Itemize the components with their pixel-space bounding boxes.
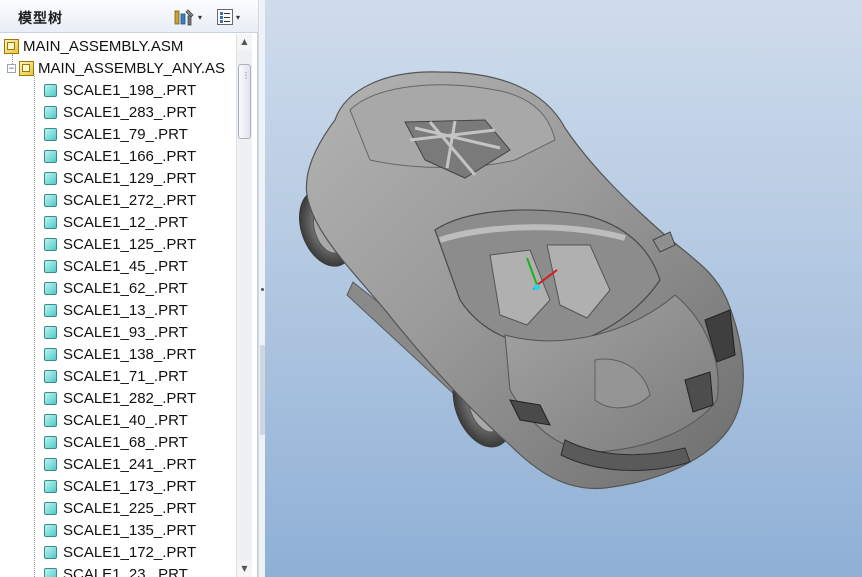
tree-part-item[interactable]: SCALE1_129_.PRT: [44, 167, 196, 189]
tree-part-label: SCALE1_282_.PRT: [63, 389, 197, 407]
tree-part-item[interactable]: SCALE1_272_.PRT: [44, 189, 196, 211]
tree-root-item[interactable]: MAIN_ASSEMBLY.ASM: [4, 35, 183, 57]
model-tree-panel: 模型树 ▾ ▾ MAIN_ASSEMBLY.ASM − MAIN_ASSEMBL…: [0, 0, 258, 577]
panel-splitter[interactable]: [258, 0, 265, 577]
scroll-grip-icon: ⋮: [242, 71, 250, 80]
tree-part-item[interactable]: SCALE1_62_.PRT: [44, 277, 188, 299]
tree-part-label: SCALE1_225_.PRT: [63, 499, 197, 517]
part-icon: [44, 479, 57, 493]
part-icon: [44, 391, 57, 405]
tree-settings-icon: [174, 9, 194, 26]
tree-part-label: SCALE1_13_.PRT: [63, 301, 188, 319]
tree-part-item[interactable]: SCALE1_93_.PRT: [44, 321, 188, 343]
tree-part-item[interactable]: SCALE1_135_.PRT: [44, 519, 196, 541]
scroll-down-button[interactable]: ▼: [237, 561, 252, 577]
settings-caret-icon: ▾: [198, 12, 203, 22]
part-icon: [44, 215, 57, 229]
part-icon: [44, 193, 57, 207]
graphics-window[interactable]: [265, 0, 862, 577]
tree-part-item[interactable]: SCALE1_241_.PRT: [44, 453, 196, 475]
tree-show-icon: [217, 9, 233, 25]
tree-part-label: SCALE1_166_.PRT: [63, 147, 197, 165]
tree-part-item[interactable]: SCALE1_12_.PRT: [44, 211, 188, 233]
tree-part-item[interactable]: SCALE1_79_.PRT: [44, 123, 188, 145]
part-icon: [44, 369, 57, 383]
tree-part-label: SCALE1_172_.PRT: [63, 543, 197, 561]
tree-part-label: SCALE1_79_.PRT: [63, 125, 188, 143]
scroll-up-button[interactable]: ▲: [237, 34, 252, 50]
tree-part-item[interactable]: SCALE1_68_.PRT: [44, 431, 188, 453]
tree-part-item[interactable]: SCALE1_172_.PRT: [44, 541, 196, 563]
tree-part-item[interactable]: SCALE1_125_.PRT: [44, 233, 196, 255]
tree-part-item[interactable]: SCALE1_166_.PRT: [44, 145, 196, 167]
tree-subassembly-item[interactable]: − MAIN_ASSEMBLY_ANY.AS: [7, 57, 225, 79]
part-icon: [44, 501, 57, 515]
collapse-icon[interactable]: −: [7, 63, 16, 73]
panel-header: 模型树 ▾ ▾: [0, 0, 258, 33]
tree-part-label: SCALE1_138_.PRT: [63, 345, 197, 363]
part-icon: [44, 325, 57, 339]
tree-settings-button[interactable]: ▾: [174, 7, 202, 27]
part-icon: [44, 303, 57, 317]
tree-root-label: MAIN_ASSEMBLY.ASM: [23, 37, 184, 55]
tree-part-item[interactable]: SCALE1_282_.PRT: [44, 387, 196, 409]
part-icon: [44, 435, 57, 449]
part-icon: [44, 171, 57, 185]
tree-part-label: SCALE1_12_.PRT: [63, 213, 188, 231]
tree-part-item[interactable]: SCALE1_138_.PRT: [44, 343, 196, 365]
tree-part-label: SCALE1_68_.PRT: [63, 433, 188, 451]
tree-part-label: SCALE1_135_.PRT: [63, 521, 197, 539]
tree-part-item[interactable]: SCALE1_40_.PRT: [44, 409, 188, 431]
part-icon: [44, 237, 57, 251]
model-tree: MAIN_ASSEMBLY.ASM − MAIN_ASSEMBLY_ANY.AS…: [0, 34, 236, 577]
tree-part-label: SCALE1_125_.PRT: [63, 235, 197, 253]
tree-part-label: SCALE1_45_.PRT: [63, 257, 188, 275]
tree-part-label: SCALE1_198_.PRT: [63, 81, 197, 99]
part-icon: [44, 259, 57, 273]
tree-connector: [34, 76, 35, 577]
car-model-icon[interactable]: [265, 0, 862, 577]
tree-part-item[interactable]: SCALE1_23_.PRT: [44, 563, 188, 577]
tree-part-label: SCALE1_129_.PRT: [63, 169, 197, 187]
part-icon: [44, 83, 57, 97]
tree-part-label: SCALE1_173_.PRT: [63, 477, 197, 495]
show-caret-icon: ▾: [236, 12, 241, 22]
tree-part-label: SCALE1_40_.PRT: [63, 411, 188, 429]
part-icon: [44, 127, 57, 141]
tree-part-item[interactable]: SCALE1_71_.PRT: [44, 365, 188, 387]
tree-part-item[interactable]: SCALE1_173_.PRT: [44, 475, 196, 497]
tree-subassembly-label: MAIN_ASSEMBLY_ANY.AS: [38, 59, 226, 77]
tree-part-label: SCALE1_93_.PRT: [63, 323, 188, 341]
tree-part-item[interactable]: SCALE1_13_.PRT: [44, 299, 188, 321]
part-icon: [44, 413, 57, 427]
assembly-icon: [4, 38, 19, 54]
tree-scrollbar[interactable]: ▲ ⋮ ▼: [236, 34, 252, 577]
splitter-grip-icon: [261, 288, 264, 291]
part-icon: [44, 523, 57, 537]
part-icon: [44, 457, 57, 471]
part-icon: [44, 149, 57, 163]
tree-part-item[interactable]: SCALE1_45_.PRT: [44, 255, 188, 277]
part-icon: [44, 105, 57, 119]
part-icon: [44, 347, 57, 361]
part-icon: [44, 545, 57, 559]
tree-show-button[interactable]: ▾: [216, 7, 240, 27]
panel-title: 模型树: [18, 11, 63, 27]
part-icon: [44, 281, 57, 295]
tree-part-label: SCALE1_62_.PRT: [63, 279, 188, 297]
tree-part-item[interactable]: SCALE1_283_.PRT: [44, 101, 196, 123]
tree-part-label: SCALE1_241_.PRT: [63, 455, 197, 473]
tree-part-item[interactable]: SCALE1_198_.PRT: [44, 79, 196, 101]
assembly-icon: [19, 60, 34, 76]
tree-part-label: SCALE1_283_.PRT: [63, 103, 197, 121]
tree-part-item[interactable]: SCALE1_225_.PRT: [44, 497, 196, 519]
tree-part-label: SCALE1_272_.PRT: [63, 191, 197, 209]
part-icon: [44, 567, 57, 577]
tree-part-label: SCALE1_23_.PRT: [63, 565, 188, 577]
tree-part-label: SCALE1_71_.PRT: [63, 367, 188, 385]
